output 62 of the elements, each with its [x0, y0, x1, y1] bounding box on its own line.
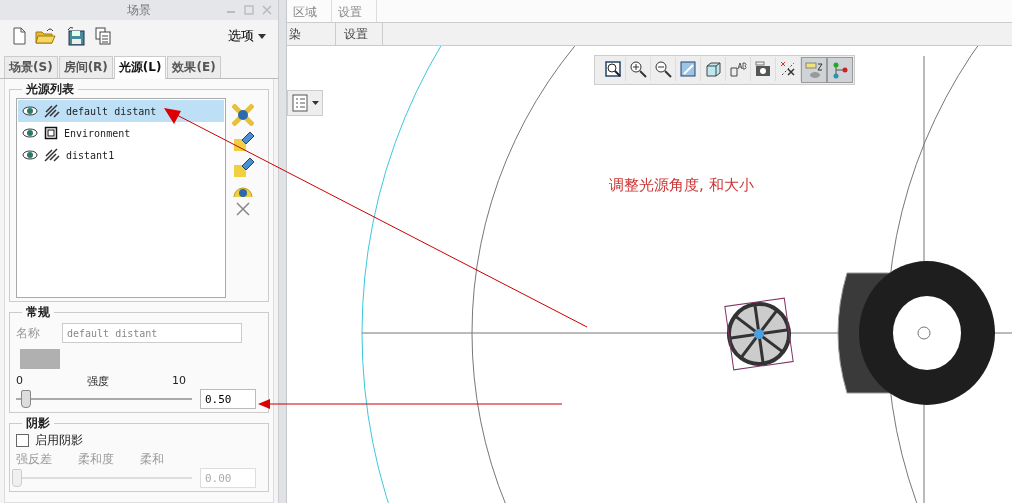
ribbon-group-label: 设置: [336, 23, 383, 45]
zoom-in-icon: [629, 60, 647, 78]
ribbon-group-label: 染: [287, 23, 336, 45]
slider-label: 柔和度: [78, 451, 114, 468]
ribbon-button[interactable]: 设置: [332, 0, 377, 22]
axis-icon: [779, 60, 797, 78]
delete-icon[interactable]: [236, 202, 250, 216]
list-icon: [292, 94, 308, 112]
zoom-out-icon: [654, 60, 672, 78]
display-icon: [805, 61, 823, 79]
open-folder-icon[interactable]: [35, 27, 57, 45]
repaint-icon: [679, 60, 697, 78]
camera-icon: [754, 60, 772, 78]
eye-icon[interactable]: [22, 106, 38, 116]
view-list-button[interactable]: [287, 90, 323, 116]
eye-icon[interactable]: [22, 128, 38, 138]
slider-thumb[interactable]: [20, 390, 31, 408]
light-pen-icon[interactable]: [232, 130, 254, 152]
tab[interactable]: 效果(E): [167, 56, 221, 78]
slider-label: 强反差: [16, 451, 52, 468]
light-item[interactable]: Environment: [18, 122, 224, 144]
slider-label: 柔和: [140, 451, 164, 468]
scale-min-label: 0: [16, 374, 23, 389]
scale-max-label: 10: [172, 374, 186, 389]
tab[interactable]: 场景(S): [4, 56, 58, 78]
panel-title: 场景: [127, 1, 151, 19]
network-icon: [831, 61, 849, 79]
tab[interactable]: 房间(R): [58, 56, 113, 78]
cube-icon: [704, 60, 722, 78]
caret-icon: [258, 33, 266, 39]
annotation-icon: [729, 60, 747, 78]
intensity-label: 强度: [86, 374, 109, 389]
environment-light-icon: [44, 126, 58, 140]
new-file-icon[interactable]: [12, 27, 26, 45]
group-title: 常规: [25, 304, 51, 321]
copy-icon[interactable]: [95, 27, 111, 45]
light-name: Environment: [64, 127, 131, 139]
light-name: default distant: [66, 105, 157, 117]
spot-light-icon[interactable]: [232, 104, 254, 126]
intensity-field[interactable]: 0.50: [200, 389, 256, 409]
caret-icon: [312, 101, 319, 105]
zoom-window-icon: [604, 60, 622, 78]
checkbox[interactable]: [16, 434, 29, 447]
slider-thumb[interactable]: [12, 469, 22, 487]
checkbox-label: 启用阴影: [35, 432, 83, 449]
distant-light-icon: [44, 104, 60, 118]
tab[interactable]: 光源(L): [113, 56, 167, 79]
arrowhead: [164, 108, 181, 124]
light-pen-icon[interactable]: [232, 156, 254, 178]
name-label: 名称: [16, 324, 40, 342]
light-name: distant1: [66, 149, 115, 161]
options-menu[interactable]: 选项: [226, 27, 268, 45]
light-item[interactable]: distant1: [18, 144, 224, 166]
eye-icon[interactable]: [22, 150, 38, 160]
color-swatch[interactable]: [20, 349, 60, 369]
light-item[interactable]: default distant: [18, 100, 224, 122]
distant-light-icon: [44, 148, 60, 162]
group-title: 阴影: [25, 415, 51, 432]
group-title: 光源列表: [25, 81, 75, 98]
annotation-text: 调整光源角度, 和大小: [609, 176, 754, 195]
ribbon-button[interactable]: 区域: [287, 0, 332, 22]
save-icon[interactable]: [66, 26, 86, 46]
